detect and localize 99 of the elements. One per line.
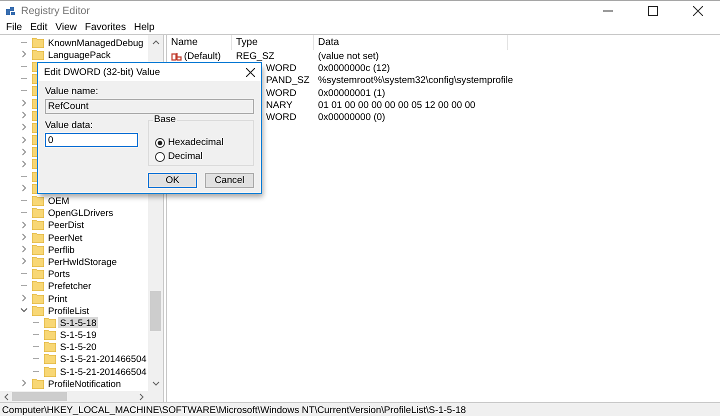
folder-icon xyxy=(32,219,44,230)
menu-item[interactable]: View xyxy=(51,22,81,32)
cancel-button[interactable]: Cancel xyxy=(205,173,254,188)
radio-button-icon[interactable] xyxy=(155,152,165,162)
folder-icon xyxy=(32,304,44,316)
expand-chevron-icon[interactable] xyxy=(20,136,28,144)
value-data: 0x00000000 (0) xyxy=(317,112,386,124)
column-header[interactable]: Name xyxy=(167,35,232,50)
tree-item[interactable]: OpenGLDrivers xyxy=(46,207,116,218)
tree-item[interactable]: S-1-5-19 xyxy=(58,329,98,340)
value-type: NARY xyxy=(266,100,294,111)
tree-item[interactable]: ProfileList xyxy=(46,304,92,316)
folder-icon xyxy=(32,256,44,267)
value-type: WORD xyxy=(266,88,298,99)
tree-item[interactable]: Print xyxy=(46,292,70,304)
scrollbar-thumb[interactable] xyxy=(150,291,161,331)
scroll-left-icon[interactable] xyxy=(2,392,10,400)
folder-icon xyxy=(32,378,44,389)
minimize-icon xyxy=(602,10,612,12)
folder-icon xyxy=(32,48,44,60)
folder-icon xyxy=(32,292,44,304)
column-header[interactable]: Data xyxy=(314,35,508,50)
close-icon xyxy=(246,68,254,76)
column-header[interactable]: Type xyxy=(232,35,314,50)
expand-chevron-icon[interactable] xyxy=(20,50,28,58)
field-label: Value data: xyxy=(45,120,94,132)
tree-item[interactable]: PerHwIdStorage xyxy=(46,256,119,267)
window-title: Registry Editor xyxy=(21,4,91,16)
expand-chevron-icon[interactable] xyxy=(20,160,28,168)
scrollbar-thumb[interactable] xyxy=(12,392,67,401)
expand-chevron-icon[interactable] xyxy=(20,99,28,108)
value-data: 0x0000000c (12) xyxy=(317,62,392,74)
tree-item[interactable]: S-1-5-21-201466504 xyxy=(58,353,148,364)
expand-chevron-icon[interactable] xyxy=(20,294,28,302)
value-data-field[interactable]: 0 xyxy=(45,133,138,147)
expand-chevron-icon[interactable] xyxy=(20,111,28,120)
close-icon xyxy=(692,6,702,16)
collapse-chevron-icon[interactable] xyxy=(20,306,28,314)
value-name[interactable]: (Default) xyxy=(184,50,221,62)
expand-chevron-icon[interactable] xyxy=(20,220,28,229)
value-data: 01 01 00 00 00 00 00 05 12 00 00 00 xyxy=(317,100,476,111)
value-type: WORD xyxy=(266,112,298,124)
value-type: PAND_SZ xyxy=(266,75,311,86)
value-data: (value not set) xyxy=(317,50,380,62)
menu-item[interactable]: Edit xyxy=(26,22,52,32)
value-type: REG_SZ xyxy=(235,50,276,62)
tree-item[interactable]: S-1-5-18 xyxy=(58,316,98,328)
folder-icon xyxy=(32,280,44,292)
folder-icon xyxy=(32,268,44,280)
scroll-up-icon[interactable] xyxy=(152,38,160,46)
menu-item[interactable]: Favorites xyxy=(80,22,130,32)
tree-item[interactable]: PeerNet xyxy=(46,232,84,243)
expand-chevron-icon[interactable] xyxy=(20,257,28,266)
radio-option[interactable]: Hexadecimal xyxy=(155,137,253,148)
folder-icon xyxy=(44,316,56,328)
value-type: WORD xyxy=(266,62,298,74)
folder-icon xyxy=(32,195,44,206)
folder-icon xyxy=(44,353,56,364)
value-data: %systemroot%\system32\config\systemprofile xyxy=(317,75,514,86)
string-value-icon xyxy=(171,52,182,61)
scroll-right-icon[interactable] xyxy=(138,392,146,400)
menu-item[interactable]: Help xyxy=(130,22,159,32)
tree-item[interactable]: S-1-5-21-201466504 xyxy=(58,366,148,377)
dialog-title: Edit DWORD (32-bit) Value xyxy=(44,66,162,78)
radio-option[interactable]: Decimal xyxy=(155,151,253,162)
folder-icon xyxy=(32,232,44,243)
tree-item[interactable]: ProfileNotification xyxy=(46,378,123,389)
expand-chevron-icon[interactable] xyxy=(20,184,28,192)
expand-chevron-icon[interactable] xyxy=(20,123,28,132)
folder-icon xyxy=(44,366,56,377)
tree-item[interactable]: Ports xyxy=(46,268,72,280)
maximize-icon xyxy=(648,6,658,16)
menu-item[interactable]: File xyxy=(2,22,26,32)
folder-icon xyxy=(44,329,56,340)
horizontal-scrollbar[interactable] xyxy=(0,391,163,402)
scroll-down-icon[interactable] xyxy=(152,380,160,388)
tree-item[interactable]: S-1-5-20 xyxy=(58,341,98,352)
tree-item[interactable]: OEM xyxy=(46,195,72,206)
folder-icon xyxy=(32,207,44,218)
value-name-field[interactable]: RefCount xyxy=(45,99,254,114)
field-label: Value name: xyxy=(45,86,100,98)
expand-chevron-icon[interactable] xyxy=(20,233,28,242)
app-icon xyxy=(5,5,16,16)
group-label: Base xyxy=(153,114,177,125)
folder-icon xyxy=(32,36,44,48)
tree-item[interactable]: PeerDist xyxy=(46,219,86,230)
folder-icon xyxy=(32,244,44,255)
folder-icon xyxy=(44,341,56,352)
tree-item[interactable]: Perflib xyxy=(46,244,77,255)
expand-chevron-icon[interactable] xyxy=(20,379,28,388)
expand-chevron-icon[interactable] xyxy=(20,245,28,254)
value-data: 0x00000001 (1) xyxy=(317,88,386,99)
tree-item[interactable]: LanguagePack xyxy=(46,48,113,60)
tree-item[interactable]: KnownManagedDebug xyxy=(46,36,146,48)
expand-chevron-icon[interactable] xyxy=(20,148,28,156)
radio-button-icon[interactable] xyxy=(155,138,165,148)
tree-item[interactable]: Prefetcher xyxy=(46,280,94,292)
ok-button[interactable]: OK xyxy=(148,173,197,188)
status-bar-path: Computer\HKEY_LOCAL_MACHINE\SOFTWARE\Microsoft\Windows NT\CurrentVersion\ProfileList\S-1-5-18 xyxy=(0,402,720,416)
